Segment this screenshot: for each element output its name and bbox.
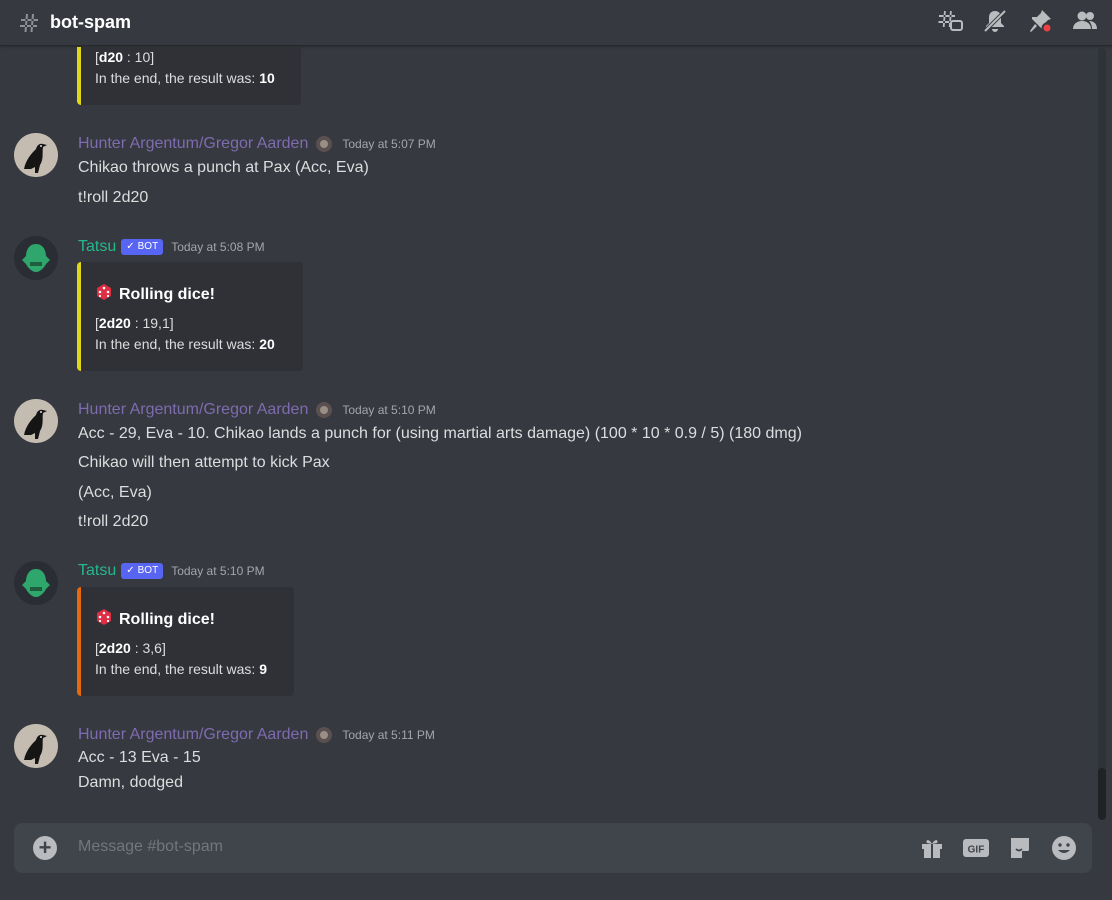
- dice-icon: [95, 283, 113, 306]
- role-badge-icon: [314, 400, 334, 420]
- embed-roll-line: [d20 : 10]: [95, 49, 155, 65]
- scrollbar-thumb[interactable]: [1098, 768, 1106, 820]
- channel-name: bot-spam: [50, 12, 131, 32]
- message-list[interactable]: [d20 : 10] In the end, the result was: 1…: [0, 47, 1096, 815]
- message-text: (Acc, Eva): [78, 484, 152, 501]
- timestamp: Today at 5:10 PM: [171, 564, 265, 578]
- embed-color-bar: [77, 587, 81, 696]
- author-name[interactable]: Tatsu: [78, 238, 116, 256]
- embed-title: Rolling dice!: [95, 608, 215, 631]
- dice-embed: [d20 : 10] In the end, the result was: 1…: [77, 47, 301, 105]
- role-badge-icon: [314, 134, 334, 154]
- channel-hash-icon: [14, 8, 44, 38]
- message-text: Acc - 13 Eva - 15: [78, 749, 201, 766]
- embed-title: Rolling dice!: [95, 283, 215, 306]
- checkmark-icon: ✓: [126, 565, 135, 576]
- timestamp: Today at 5:10 PM: [342, 403, 436, 417]
- message-text: Damn, dodged: [78, 774, 183, 791]
- message-text: t!roll 2d20: [78, 189, 149, 206]
- message-composer: + Message #bot-spam GIF: [14, 823, 1092, 873]
- message-input[interactable]: Message #bot-spam: [78, 838, 223, 856]
- avatar[interactable]: [14, 561, 58, 605]
- message-text: t!roll 2d20: [78, 513, 149, 530]
- author-name[interactable]: Hunter Argentum/Gregor Aarden: [78, 135, 308, 153]
- avatar[interactable]: [14, 133, 58, 177]
- message-text: Chikao throws a punch at Pax (Acc, Eva): [78, 159, 369, 176]
- gift-icon[interactable]: [918, 834, 946, 862]
- author-name[interactable]: Tatsu: [78, 562, 116, 580]
- emoji-icon[interactable]: [1050, 834, 1078, 862]
- dice-embed: Rolling dice! [2d20 : 3,6] In the end, t…: [77, 587, 294, 696]
- scrollbar-track[interactable]: [1098, 48, 1106, 816]
- author-name[interactable]: Hunter Argentum/Gregor Aarden: [78, 401, 308, 419]
- svg-text:GIF: GIF: [968, 845, 985, 856]
- embed-roll-line: [2d20 : 3,6]: [95, 640, 166, 656]
- bot-tag: ✓ BOT: [121, 239, 164, 255]
- embed-result-line: In the end, the result was: 9: [95, 661, 268, 677]
- embed-result-line: In the end, the result was: 20: [95, 336, 275, 352]
- dice-embed: Rolling dice! [2d20 : 19,1] In the end, …: [77, 262, 303, 371]
- dice-icon: [95, 608, 113, 631]
- channel-header: bot-spam: [0, 0, 1112, 46]
- avatar[interactable]: [14, 399, 58, 443]
- checkmark-icon: ✓: [126, 241, 135, 252]
- avatar[interactable]: [14, 236, 58, 280]
- embed-result-line: In the end, the result was: 10: [95, 70, 275, 86]
- timestamp: Today at 5:07 PM: [342, 137, 436, 151]
- timestamp: Today at 5:08 PM: [171, 240, 265, 254]
- role-badge-icon: [314, 725, 334, 745]
- add-attachment-icon[interactable]: +: [33, 836, 57, 860]
- embed-color-bar: [77, 262, 81, 371]
- pin-icon[interactable]: [1027, 8, 1053, 34]
- message-text: Acc - 29, Eva - 10. Chikao lands a punch…: [78, 425, 802, 442]
- bot-tag: ✓ BOT: [121, 563, 164, 579]
- message-text: Chikao will then attempt to kick Pax: [78, 454, 330, 471]
- threads-icon[interactable]: [937, 8, 963, 34]
- embed-roll-line: [2d20 : 19,1]: [95, 315, 174, 331]
- sticker-icon[interactable]: [1006, 834, 1034, 862]
- timestamp: Today at 5:11 PM: [342, 728, 435, 742]
- embed-color-bar: [77, 47, 81, 105]
- member-list-icon[interactable]: [1072, 8, 1098, 34]
- notification-muted-icon[interactable]: [982, 8, 1008, 34]
- avatar[interactable]: [14, 724, 58, 768]
- gif-icon[interactable]: GIF: [962, 834, 990, 862]
- author-name[interactable]: Hunter Argentum/Gregor Aarden: [78, 726, 308, 744]
